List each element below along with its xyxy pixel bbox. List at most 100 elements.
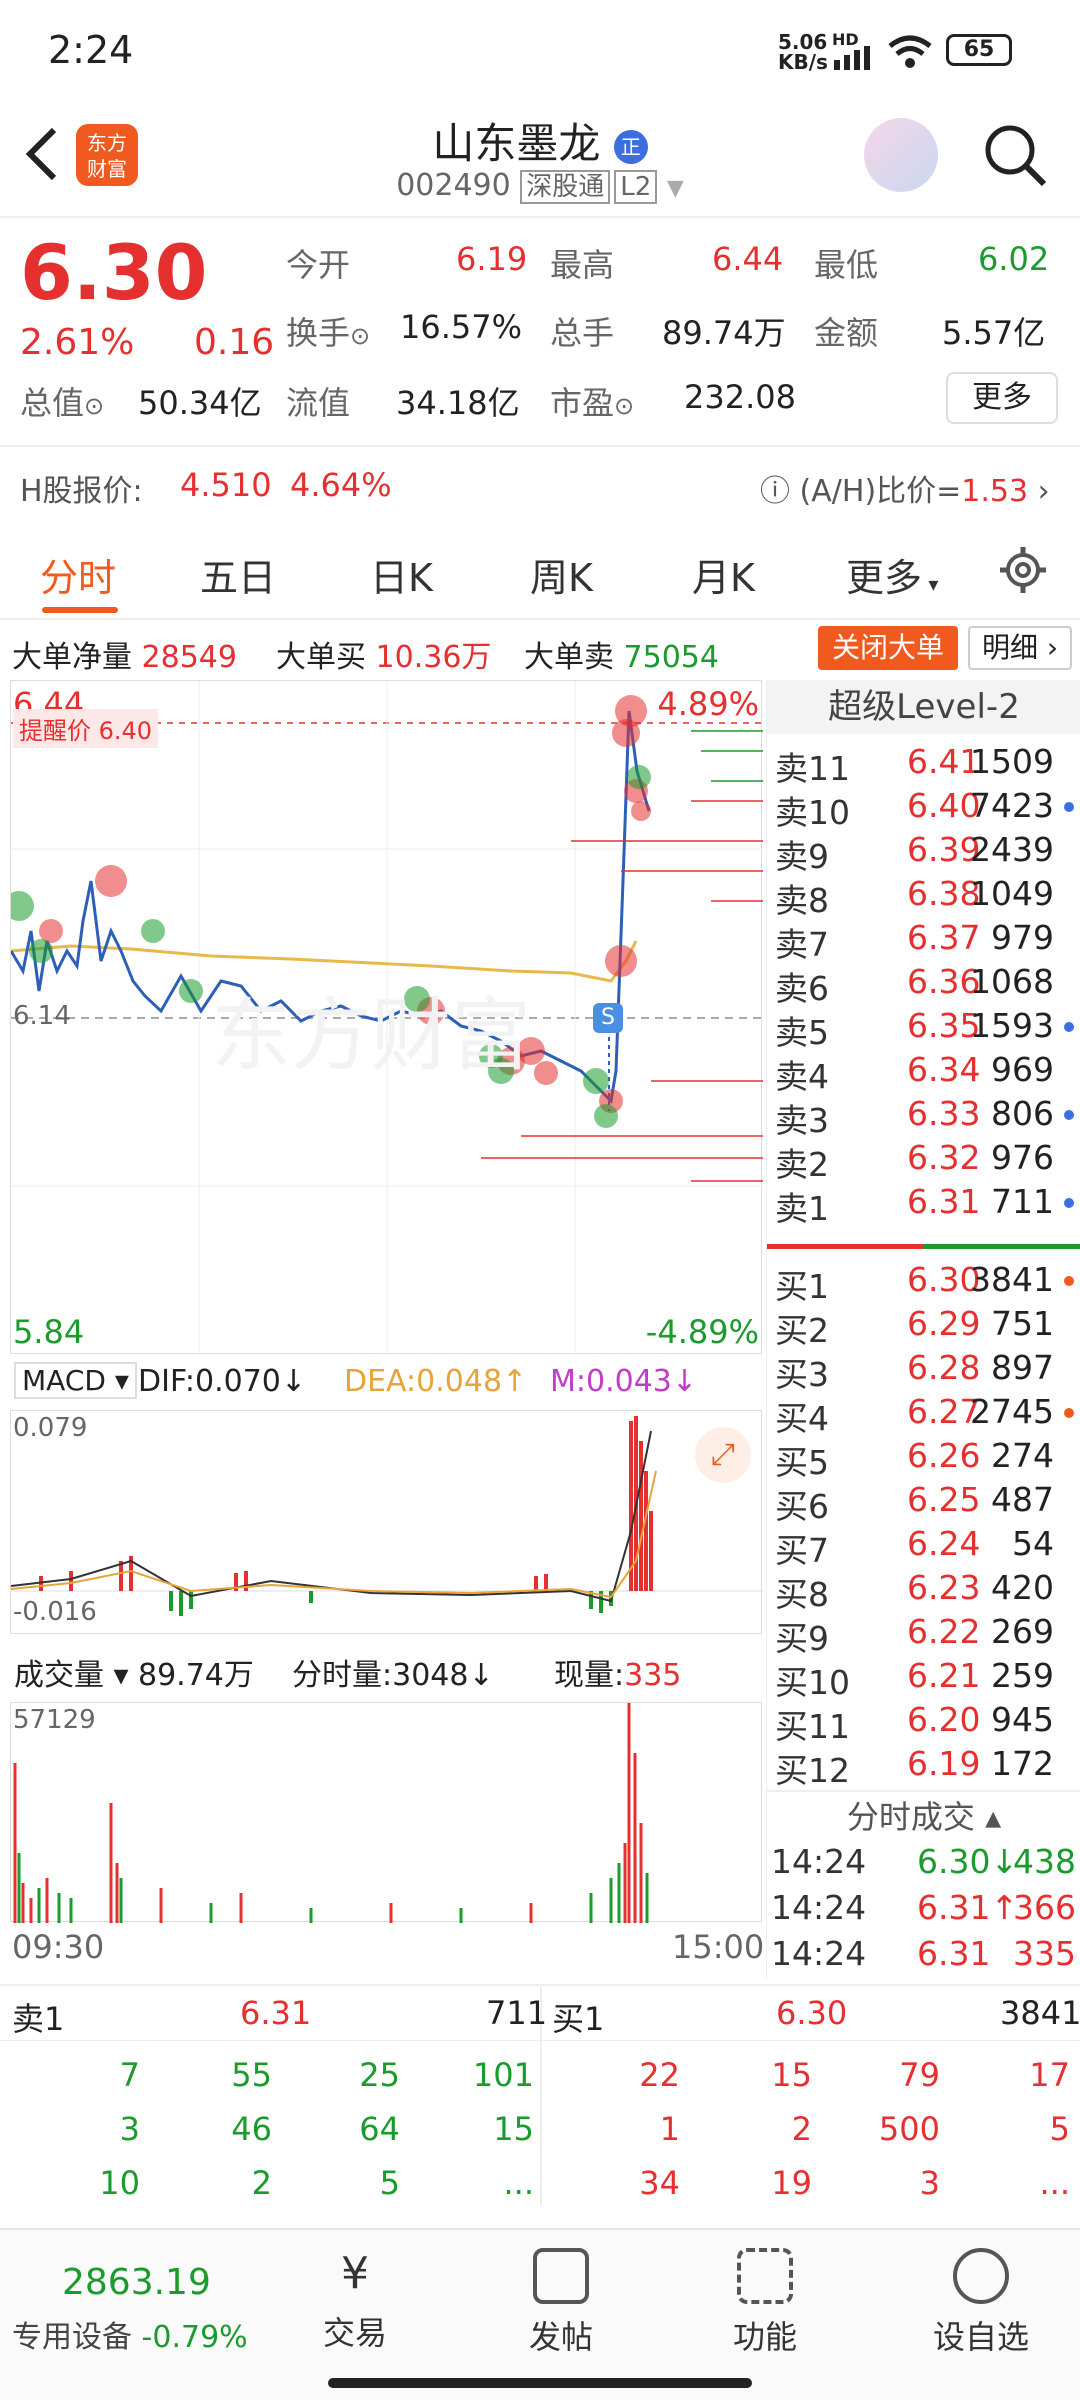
turnover-label: 换手⊙ [286, 314, 371, 352]
bid-row-label: 买7 [775, 1531, 829, 1570]
open-label: 今开 [286, 246, 351, 284]
grid-icon [737, 2248, 793, 2304]
level2-title[interactable]: 超级Level-2 [767, 680, 1080, 734]
bid-row-price: 6.21 [907, 1656, 981, 1695]
queue-bid-cell: 79 [899, 2056, 940, 2094]
bid-row-label: 买12 [775, 1751, 850, 1790]
volume-svg [13, 1703, 649, 1923]
ask-row-volume: 2439 [970, 830, 1054, 869]
volume-chart[interactable]: 57129 [10, 1702, 762, 1923]
tab-monthly-k[interactable]: 月K [692, 547, 755, 602]
bid-row-price: 6.20 [907, 1700, 981, 1739]
bid-row-label: 买3 [775, 1355, 829, 1394]
chart-tabs: 分时 五日 日K 周K 月K 更多 ▾ [0, 525, 1080, 620]
bid-row-volume: 269 [991, 1612, 1054, 1651]
macd-svg [11, 1416, 763, 1616]
ask-row-volume: 976 [991, 1138, 1054, 1177]
top-pct-label: 4.89% [657, 685, 759, 723]
queue-bid-cell: 22 [639, 2056, 680, 2094]
queue-ask-cell: 64 [359, 2110, 400, 2148]
volume-now: 现量:335 [554, 1658, 682, 1693]
close-big-order-button[interactable]: 关闭大单 [818, 626, 958, 670]
tab-five-day[interactable]: 五日 [200, 547, 276, 602]
queue-ask-cell: 25 [359, 2056, 400, 2094]
h-share-price: 4.510 [180, 466, 272, 504]
expand-icon[interactable]: ⤢ [695, 1427, 751, 1483]
bid-row-price: 6.23 [907, 1568, 981, 1607]
ask-row-volume: 1068 [970, 962, 1054, 1001]
tab-intraday[interactable]: 分时 [40, 547, 116, 602]
macd-selector[interactable]: MACD ▾ [14, 1362, 137, 1399]
bid-row-volume: 420 [991, 1568, 1054, 1607]
volume-value: 89.74万 [662, 314, 786, 352]
alert-price-tag[interactable]: 提醒价 6.40 [13, 709, 159, 748]
tab-daily-k[interactable]: 日K [370, 547, 433, 602]
ask-row-label: 卖10 [775, 793, 850, 832]
index-value[interactable]: 2863.19 [62, 2262, 211, 2303]
ask-row-volume: 1593 [970, 1006, 1054, 1045]
bid-row-label: 买2 [775, 1311, 829, 1350]
market-tag: 深股通 [520, 170, 611, 204]
queue-bid-cell: 15 [771, 2056, 812, 2094]
ask-row-price: 6.32 [907, 1138, 981, 1177]
bottom-pct-label: -4.89% [645, 1313, 759, 1351]
book-divider [767, 1244, 1080, 1249]
clock: 2:24 [48, 28, 134, 72]
queue-ask-price: 6.31 [240, 1994, 312, 2032]
ask-row-label: 卖9 [775, 837, 829, 876]
edit-icon [533, 2248, 589, 2304]
robot-avatar-icon[interactable] [864, 118, 938, 192]
order-queue: 卖1 6.31 711 买1 6.30 3841 7 55 25 101 3 46 64 15… [0, 1984, 1080, 2220]
high-value: 6.44 [712, 240, 784, 278]
ask-row-label: 卖7 [775, 925, 829, 964]
ah-ratio[interactable]: ⓘ (A/H)比价=1.53 › [760, 466, 1050, 510]
bid-row-label: 买8 [775, 1575, 829, 1614]
queue-bid-total: 3841 [1000, 1994, 1080, 2032]
ticks-title[interactable]: 分时成交 ▴ [767, 1792, 1080, 1838]
dropdown-icon[interactable]: ▼ [667, 176, 684, 201]
sell-marker-icon[interactable]: S [593, 1003, 623, 1033]
bid-row-price: 6.28 [907, 1348, 981, 1387]
post-button[interactable]: 发帖 [506, 2248, 616, 2358]
tab-weekly-k[interactable]: 周K [530, 547, 593, 602]
level-tag: L2 [614, 170, 658, 204]
signal-icon [834, 46, 870, 70]
time-end: 15:00 [672, 1928, 765, 1966]
low-label: 最低 [814, 246, 879, 284]
bottom-price-label: 5.84 [13, 1313, 85, 1351]
queue-bid-cell: 500 [878, 2110, 940, 2148]
more-button[interactable]: 更多 [946, 372, 1058, 424]
ask-row-volume: 969 [991, 1050, 1054, 1089]
ask-row-price: 6.37 [907, 918, 981, 957]
queue-ask-cell: 101 [472, 2056, 534, 2094]
big-order-buy: 大单买 10.36万 [276, 640, 492, 675]
ask-row-label: 卖3 [775, 1101, 829, 1140]
function-button[interactable]: 功能 [710, 2248, 820, 2358]
watermark: 东方财富 [211, 989, 531, 1082]
net-speed: 5.06 KB/s [778, 30, 828, 74]
volume-selector[interactable]: 成交量 ▾ [14, 1650, 129, 1694]
queue-bid-cell: ... [1039, 2164, 1070, 2202]
ask-row-price: 6.33 [907, 1094, 981, 1133]
queue-ask-cell: 5 [379, 2164, 400, 2202]
ask-row-label: 卖5 [775, 1013, 829, 1052]
trade-button[interactable]: ¥ 交易 [300, 2248, 410, 2354]
time-start: 09:30 [12, 1928, 105, 1966]
index-info[interactable]: 专用设备 -0.79% [12, 2312, 248, 2356]
detail-button[interactable]: 明细 › [968, 626, 1072, 670]
ask-row-label: 卖11 [775, 749, 850, 788]
search-icon[interactable] [982, 122, 1048, 188]
level2-panel[interactable]: 超级Level-2 卖11 6.41 1509 卖10 6.40 7423 卖9 6.39 24… [766, 680, 1080, 1980]
macd-chart[interactable]: 0.079 -0.016 ⤢ [10, 1410, 763, 1634]
queue-ask-cell: 7 [119, 2056, 140, 2094]
add-watchlist-button[interactable]: 设自选 [916, 2248, 1046, 2358]
bid-row-label: 买6 [775, 1487, 829, 1526]
intraday-chart[interactable]: 6.44 提醒价 6.40 4.89% 6.14 东方财富 S 5.84 -4.… [10, 680, 763, 1355]
settings-icon[interactable] [998, 545, 1048, 595]
tab-more[interactable]: 更多 ▾ [846, 547, 938, 602]
bid-row-price: 6.19 [907, 1744, 981, 1783]
ask-row-volume: 1049 [970, 874, 1054, 913]
bid-row-price: 6.29 [907, 1304, 981, 1343]
tick-volume: 366 [1013, 1888, 1076, 1927]
tick-volume: 438 [1013, 1842, 1076, 1881]
